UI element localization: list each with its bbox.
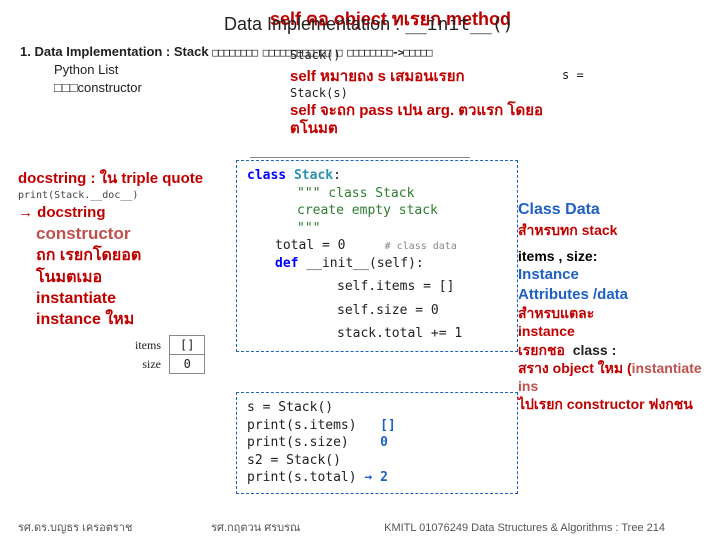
print-docstring: print(Stack.__doc__) <box>18 190 218 202</box>
total-line: total = 0 <box>275 238 345 253</box>
stack-s-label: Stack(s) <box>290 86 348 100</box>
total-inc-line: stack.total += 1 <box>247 325 507 343</box>
init-args: (self): <box>369 256 424 271</box>
bullet-num: 1. <box>20 44 31 59</box>
doc1: """ class Stack <box>247 185 507 203</box>
arrow-icon: → <box>364 470 372 485</box>
usage-code-box: s = Stack() print(s.items) [] print(s.si… <box>236 392 518 494</box>
r1: Class Data <box>518 200 718 221</box>
r5: Attributes /data <box>518 285 718 305</box>
arrow-docstring: → docstring <box>18 204 218 222</box>
bullet-1: 1. Data Implementation : Stack □□□□□□□□ … <box>20 44 431 59</box>
kw-def: def <box>275 256 306 271</box>
footer-course: KMITL 01076249 Data Structures & Algorit… <box>384 522 665 534</box>
init-name: __init__ <box>306 256 369 271</box>
u3: print(s.size) <box>247 435 349 450</box>
r8: class : <box>573 342 617 358</box>
footer: รศ.ดร.บญธร เครอตราช รศ.กฤตวน ศรบรณ KMITL… <box>18 518 708 536</box>
left-l3: instantiate <box>36 289 218 308</box>
table-row: size 0 <box>125 355 205 374</box>
left-column: docstring : ใน triple quote print(Stack.… <box>18 170 218 331</box>
row-label-items: items <box>125 336 170 355</box>
bullet-3: □□□constructor <box>54 80 142 95</box>
s-eq: s = <box>562 68 584 82</box>
left-l1: ถก เรยกโดยอต <box>36 246 218 265</box>
title-prefix: Data Implementation : <box>224 14 405 34</box>
row-label-size: size <box>125 355 170 374</box>
class-data-comment: # class data <box>385 241 457 252</box>
bullet-2: Python List <box>54 62 118 77</box>
r9: สราง object ใหม ( <box>518 360 632 376</box>
class-code-box: class Stack: """ class Stack create empt… <box>236 160 518 352</box>
self-means: self หมายถง s เสมอนเรยก <box>290 64 465 88</box>
stack-call-label: Stack() <box>290 48 341 62</box>
u2: print(s.items) <box>247 418 357 433</box>
r7: instance <box>518 322 718 340</box>
u1: s = Stack() <box>247 399 507 417</box>
footer-author1: รศ.ดร.บญธร เครอตราช <box>18 518 208 536</box>
left-l2: โนมตเมอ <box>36 268 218 287</box>
out5: 2 <box>380 470 388 485</box>
r6: สำหรบแตละ <box>518 304 718 322</box>
bullet-text: Data Implementation : Stack <box>34 44 212 59</box>
title-code: __init__() <box>405 14 513 35</box>
out3: 0 <box>380 435 388 450</box>
colon: : <box>333 168 341 183</box>
items-size-table: items [] size 0 <box>125 335 205 374</box>
doc2: create empty stack <box>247 202 507 220</box>
page-title: Data Implementation : __init__() <box>224 14 513 35</box>
row-val-size: 0 <box>170 355 205 374</box>
out2: [] <box>380 418 396 433</box>
r2: สำหรบทก stack <box>518 221 718 239</box>
footer-author2: รศ.กฤตวน ศรบรณ <box>211 518 381 536</box>
r3: items , size: <box>518 247 718 265</box>
u4: s2 = Stack() <box>247 452 507 470</box>
constructor-label: constructor <box>36 224 218 244</box>
row-val-items: [] <box>170 336 205 355</box>
left-l4: instance ใหม <box>36 310 218 329</box>
docstring-label: docstring : ใน triple quote <box>18 170 218 188</box>
table-row: items [] <box>125 336 205 355</box>
size-line: self.size = 0 <box>247 302 507 320</box>
r10: ไปเรยก constructor ฟงกชน <box>518 395 718 413</box>
separator <box>250 157 470 158</box>
items-line: self.items = [] <box>247 278 507 296</box>
doc3: """ <box>247 220 507 238</box>
right-column: Class Data สำหรบทก stack items , size: I… <box>518 200 718 413</box>
r8b: เรยกชอ <box>518 342 565 358</box>
r4: Instance <box>518 265 718 285</box>
u5: print(s.total) <box>247 470 357 485</box>
self-pass: self จะถก pass เปน arg. ตวแรก โดยอตโนมต <box>290 102 550 138</box>
cls-name: Stack <box>294 168 333 183</box>
kw-class: class <box>247 168 294 183</box>
